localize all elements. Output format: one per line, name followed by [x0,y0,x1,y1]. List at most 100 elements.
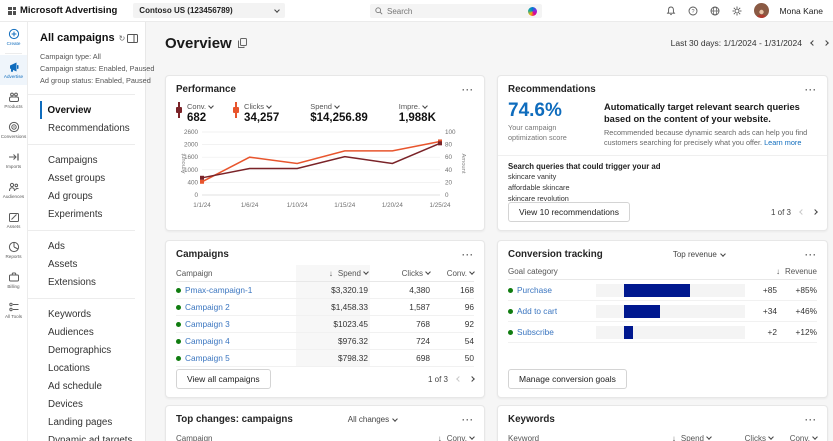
metric-conv[interactable]: Conv. 682 [176,102,214,124]
table-row: Campaign 2 $1,458.33 1,587 96 [176,299,474,316]
more-icon[interactable]: ··· [462,415,474,424]
svg-text:1/10/24: 1/10/24 [287,202,309,209]
rail-item-audiences[interactable]: Audiences [0,175,27,205]
sidebar-item-audiences[interactable]: Audiences [40,323,145,341]
col-spend[interactable]: ↓ Spend [639,430,713,441]
people-icon [8,182,19,192]
col-clicks[interactable]: Clicks [713,434,774,441]
col-revenue[interactable]: ↓ Revenue [776,267,817,276]
sidebar-item-experiments[interactable]: Experiments [40,205,145,223]
brand: Microsoft Advertising [0,5,117,16]
rail-item-assets[interactable]: Assets [0,205,27,235]
metric-impressions[interactable]: Impre. 1,988K [388,102,436,124]
search-bar[interactable] [370,4,542,18]
sidebar-item-keywords[interactable]: Keywords [40,305,145,323]
sidebar-item-extensions[interactable]: Extensions [40,273,145,291]
sidebar-item-recommendations[interactable]: Recommendations [40,119,145,137]
settings-gear-icon[interactable] [732,5,743,16]
campaigns-card: Campaigns ··· Campaign ↓ Spend Clicks Con… [165,240,485,398]
goal-link[interactable]: Purchase [517,285,552,295]
notifications-bell-icon[interactable] [666,5,677,16]
sidebar-item-landing-pages[interactable]: Landing pages [40,413,145,431]
top-bar: Microsoft Advertising Contoso US (123456… [0,0,833,22]
top-revenue-dropdown[interactable]: Top revenue [673,250,726,259]
col-campaign[interactable]: Campaign [176,434,212,441]
sync-icon[interactable]: ↻ [119,34,126,43]
rail-item-reports[interactable]: Reports [0,235,27,265]
rail-item-conversions[interactable]: Conversions [0,115,27,145]
sidebar-item-overview[interactable]: Overview [40,101,145,119]
goal-row: Add to cart +34 +46% [508,301,817,322]
col-conv[interactable]: Conv. [430,269,475,278]
chevron-down-icon[interactable] [334,102,340,109]
copy-icon[interactable] [237,38,247,48]
sidebar-item-asset-groups[interactable]: Asset groups [40,169,145,187]
brand-name: Microsoft Advertising [20,5,118,16]
view-all-campaigns-button[interactable]: View all campaigns [176,369,271,389]
learn-more-link[interactable]: Learn more [764,138,801,147]
more-icon[interactable]: ··· [805,85,817,94]
sidebar-item-locations[interactable]: Locations [40,359,145,377]
chevron-down-icon[interactable] [208,102,214,109]
svg-text:Amount: Amount [181,153,187,173]
sidebar-item-demographics[interactable]: Demographics [40,341,145,359]
campaign-link[interactable]: Campaign 2 [185,302,230,312]
metric-spend[interactable]: Spend $14,256.89 [299,102,368,124]
sidebar-item-assets[interactable]: Assets [40,255,145,273]
rail-item-all-tools[interactable]: All Tools [0,295,27,325]
filter-ad-group-status: Ad group status: Enabled, Paused [40,76,151,85]
sidebar-item-campaigns[interactable]: Campaigns [40,151,145,169]
more-icon[interactable]: ··· [805,250,817,259]
sidebar-item-ad-schedule[interactable]: Ad schedule [40,377,145,395]
search-input[interactable] [387,6,524,16]
goal-link[interactable]: Subscribe [517,327,554,337]
campaign-link[interactable]: Pmax-campaign-1 [185,285,252,295]
help-icon[interactable]: ? [688,5,699,16]
more-icon[interactable]: ··· [462,250,474,259]
globe-icon[interactable] [710,5,721,16]
more-icon[interactable]: ··· [805,415,817,424]
view-recommendations-button[interactable]: View 10 recommendations [508,202,631,222]
more-icon[interactable]: ··· [462,85,474,94]
col-spend[interactable]: ↓ Spend [296,265,370,281]
chevron-down-icon[interactable] [422,102,428,109]
sidebar-item-ads[interactable]: Ads [40,237,145,255]
sidebar-item-dynamic-ad-targets[interactable]: Dynamic ad targets [40,431,145,441]
date-next-icon[interactable] [823,40,829,46]
sidebar-item-devices[interactable]: Devices [40,395,145,413]
metric-clicks[interactable]: Clicks 34,257 [233,102,279,124]
chevron-down-icon[interactable] [266,102,272,109]
col-campaign[interactable]: Campaign [176,269,212,278]
user-name[interactable]: Mona Kane [780,6,823,16]
account-selector[interactable]: Contoso US (123456789) [133,3,286,18]
all-changes-dropdown[interactable]: All changes [348,415,398,424]
svg-text:60: 60 [445,154,453,161]
campaign-link[interactable]: Campaign 4 [185,336,230,346]
col-keyword[interactable]: Keyword [508,434,539,441]
date-range[interactable]: Last 30 days: 1/1/2024 - 1/31/2024 [671,38,802,48]
rail-item-imports[interactable]: Imports [0,145,27,175]
col-conv[interactable]: ↓ Conv. [430,434,475,441]
collapse-panel-icon[interactable] [127,33,138,43]
sidebar-item-ad-groups[interactable]: Ad groups [40,187,145,205]
rail-item-advertise[interactable]: Advertise [0,55,27,85]
query-item: affordable skincare [508,182,570,192]
goal-link[interactable]: Add to cart [517,306,557,316]
col-conv[interactable]: Conv. [773,434,818,441]
campaign-link[interactable]: Campaign 5 [185,353,230,363]
avatar[interactable] [753,3,769,18]
copilot-icon[interactable] [528,6,537,16]
rail-item-create[interactable]: Create [0,22,27,52]
next-page-icon[interactable] [469,376,475,382]
rail-item-billing[interactable]: Billing [0,265,27,295]
campaign-link[interactable]: Campaign 3 [185,319,230,329]
prev-page-icon[interactable] [799,209,805,215]
col-goal-category[interactable]: Goal category [508,267,558,276]
rail-item-products[interactable]: Products [0,85,27,115]
col-clicks[interactable]: Clicks [370,269,431,278]
date-prev-icon[interactable] [810,40,816,46]
goal-row: Purchase +85 +85% [508,280,817,301]
prev-page-icon[interactable] [456,376,462,382]
manage-conversion-goals-button[interactable]: Manage conversion goals [508,369,627,389]
next-page-icon[interactable] [812,209,818,215]
